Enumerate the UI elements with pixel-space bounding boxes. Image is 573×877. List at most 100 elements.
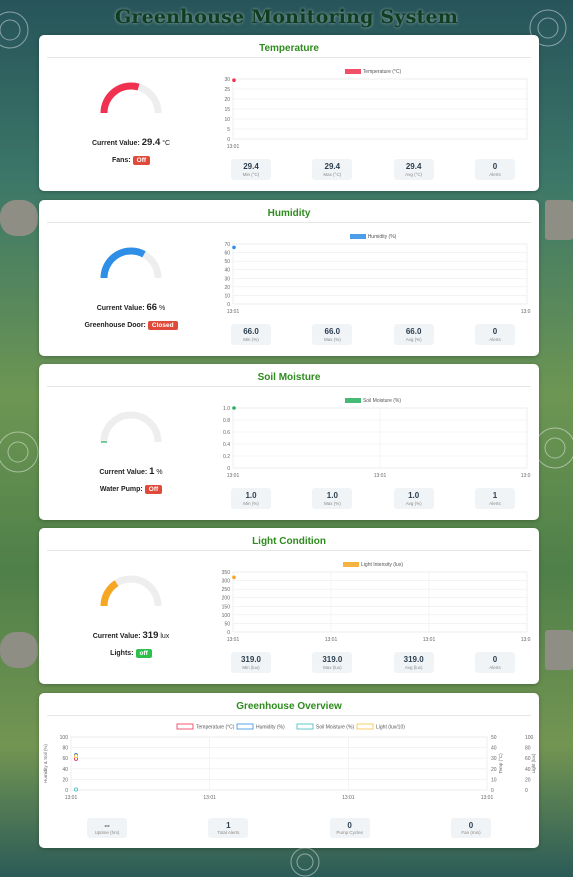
x-tick-label: 13:01 <box>65 795 78 801</box>
legend-label: Temperature (°C) <box>196 725 235 731</box>
stat-value: 0 <box>492 162 498 171</box>
stat-label: Alerts <box>489 665 501 670</box>
stat-value: 0 <box>492 655 498 664</box>
sensor-card-soil-moisture: Soil Moisture Current Value: 1 % Water Pum… <box>39 364 539 520</box>
right-y-tick: 40 <box>525 767 531 773</box>
left-y-tick: 80 <box>62 746 68 752</box>
legend-swatch <box>344 398 361 404</box>
stat-value: 66.0 <box>243 327 259 336</box>
overview-chart: Temperature (°C) Humidity (%) Soil Moistur… <box>43 723 536 801</box>
stats-row: 1.0 Min (%) 1.0 Max (%) 1.0 Avg (%) 1 Alerts <box>215 488 531 509</box>
stat-box: 66.0 Avg (%) <box>393 324 434 345</box>
stat-box: 66.0 Max (%) <box>312 324 353 345</box>
mid-y-tick: 50 <box>491 735 497 741</box>
y-tick-label: 60 <box>224 251 230 257</box>
current-value-label: Current Value: <box>96 305 145 312</box>
stat-value: 0 <box>468 821 474 830</box>
overview-card: Greenhouse Overview Temperature (°C) Humi… <box>39 693 539 848</box>
legend-swatch <box>343 562 360 568</box>
data-point <box>232 78 236 82</box>
sensor-card-humidity: Humidity Current Value: 66 % Greenhouse Do… <box>39 200 539 356</box>
stat-label: Max (lux) <box>323 665 342 670</box>
gauge-panel: Current Value: 66 % Greenhouse Door: Close… <box>47 238 215 330</box>
x-tick-label: 13:01 <box>374 473 387 479</box>
stat-label: Alerts <box>489 172 501 177</box>
stat-value: 1 <box>226 821 231 830</box>
stat-value: 319.0 <box>240 655 262 664</box>
stat-value: 319.0 <box>322 655 343 664</box>
current-value-number: 1 <box>149 466 155 477</box>
left-y-tick: 20 <box>62 777 68 783</box>
stat-value: 29.4 <box>405 162 422 171</box>
current-value: Current Value: 319 lux <box>47 630 215 641</box>
y-tick-label: 0 <box>227 466 230 472</box>
stat-value: 0 <box>492 327 498 336</box>
stat-value: 319.0 <box>403 655 424 664</box>
device-status-badge[interactable]: Closed <box>147 321 178 330</box>
y-tick-label: 300 <box>222 579 231 585</box>
legend-swatch <box>344 69 361 75</box>
mid-y-tick: 0 <box>491 788 494 794</box>
x-tick-label: 13:01 <box>521 473 531 479</box>
gauge-fill <box>100 82 140 114</box>
stat-label: Min (°C) <box>242 172 260 177</box>
device-status-badge[interactable]: off <box>135 649 152 658</box>
stat-value: 29.4 <box>324 162 341 171</box>
stat-value: 29.4 <box>243 162 259 171</box>
x-tick-label: 13:01 <box>227 473 240 479</box>
y-tick-label: 0 <box>227 302 230 308</box>
stat-label: Alerts <box>489 501 501 506</box>
x-tick-label: 13:01 <box>325 637 338 643</box>
stat-value: 1.0 <box>408 491 420 500</box>
stat-box: 319.0 Avg (lux) <box>393 652 434 673</box>
stat-value: 1 <box>492 491 498 500</box>
gauge-track <box>100 411 162 443</box>
plot-frame <box>232 243 528 305</box>
plot-frame <box>70 736 488 791</box>
x-tick-label: 13:01 <box>423 637 436 643</box>
stat-box: 0 Alerts <box>474 324 515 345</box>
sensor-card-temperature: Temperature Current Value: 29.4 °C Fans: Of… <box>39 35 539 191</box>
stat-value: 66.0 <box>405 327 422 336</box>
current-value-number: 319 <box>142 630 159 641</box>
x-tick-label: 13:01 <box>203 795 216 801</box>
stat-label: Uptime (hrs) <box>94 830 120 835</box>
x-tick-label: 13:01 <box>521 637 531 643</box>
history-chart: 0 10 20 30 40 50 60 70 13:01 13:01 <box>224 242 533 315</box>
mid-y-tick: 10 <box>491 777 497 783</box>
current-value-unit: °C <box>162 140 171 147</box>
y-tick-label: 0.2 <box>223 454 230 460</box>
stat-box: 0 Alerts <box>474 652 515 673</box>
y-tick-label: 50 <box>224 621 230 627</box>
stat-box: 1.0 Max (%) <box>312 488 353 509</box>
device-status-badge[interactable]: Off <box>132 156 151 165</box>
mid-y-tick: 40 <box>491 746 497 752</box>
current-value: Current Value: 29.4 °C <box>47 137 215 148</box>
pump-cycles-stat: 0 Pump Cycles <box>329 818 370 838</box>
history-chart: 0 5 10 15 20 25 30 13:01 <box>224 77 528 150</box>
legend-swatch <box>349 234 366 240</box>
y-tick-label: 0.4 <box>223 442 230 448</box>
left-y-tick: 100 <box>60 735 69 741</box>
card-title: Light Condition <box>47 528 531 551</box>
sensor-card-light-condition: Light Condition Current Value: 319 lux Lig… <box>39 528 539 684</box>
y-tick-label: 30 <box>224 276 230 282</box>
data-point <box>74 754 79 759</box>
legend-label: Soil Moisture (%) <box>316 725 354 731</box>
stats-row: 319.0 Min (lux) 319.0 Max (lux) 319.0 Avg (lu… <box>215 652 531 673</box>
left-y-tick: 40 <box>62 767 68 773</box>
right-y-tick: 0 <box>525 788 528 794</box>
legend-swatch <box>236 723 254 730</box>
stat-label: Total Alerts <box>217 830 240 835</box>
x-tick-label: 13:01 <box>227 144 240 150</box>
right-y-tick: 20 <box>525 777 531 783</box>
current-value-label: Current Value: <box>91 140 140 147</box>
card-title: Soil Moisture <box>47 364 531 387</box>
gauge <box>100 247 162 279</box>
stat-box: 66.0 Min (%) <box>231 324 271 345</box>
legend-label: Humidity (%) <box>256 725 285 731</box>
stat-value: 0 <box>347 821 352 830</box>
y-tick-label: 20 <box>224 97 230 103</box>
right-y-tick: 100 <box>525 735 534 741</box>
device-status-badge[interactable]: Off <box>144 485 163 494</box>
